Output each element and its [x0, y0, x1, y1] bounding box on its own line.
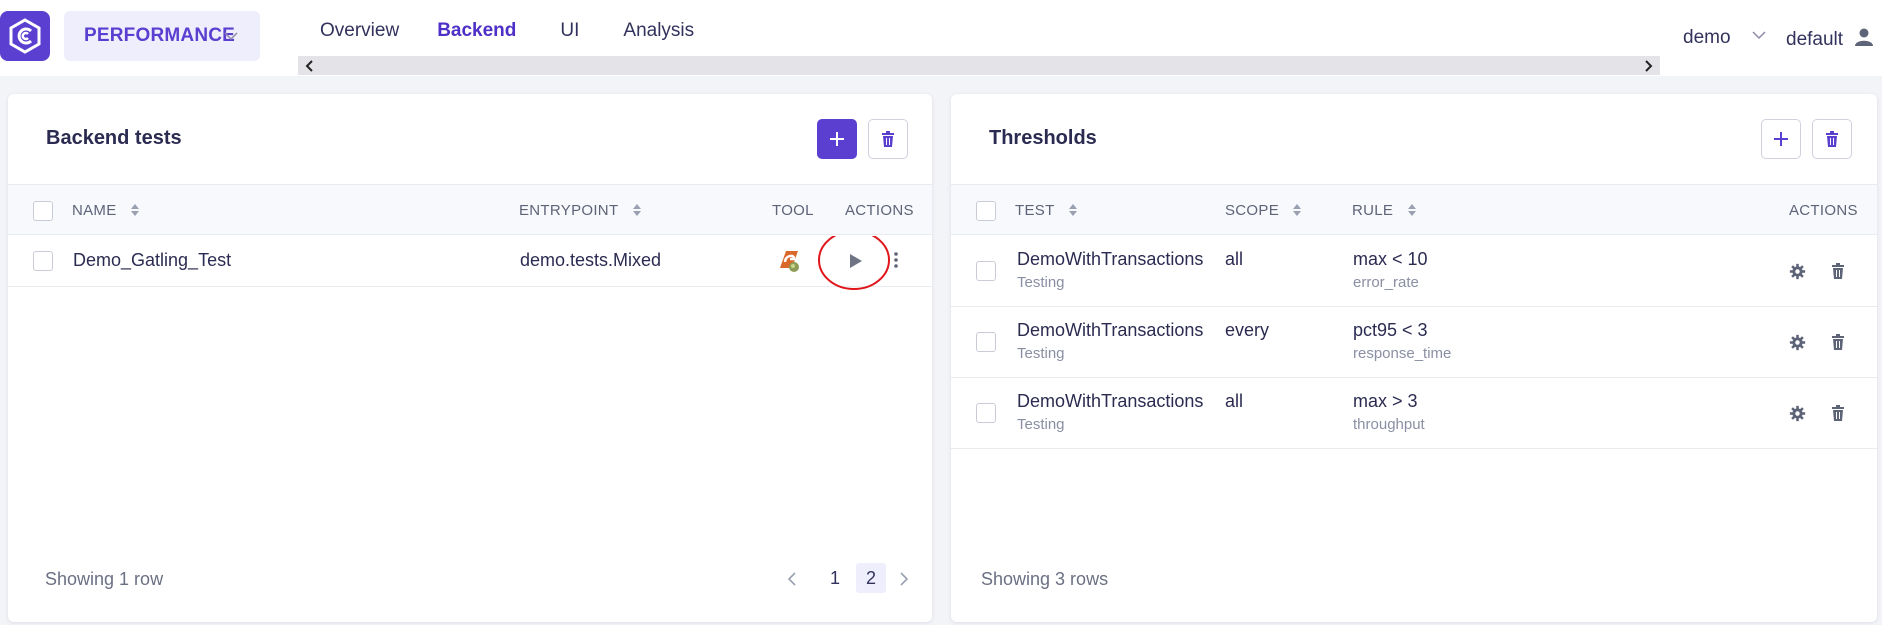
row-checkbox[interactable]: [976, 261, 996, 281]
page-1[interactable]: 1: [820, 563, 850, 593]
column-header-name[interactable]: NAME: [72, 202, 140, 219]
column-header-test[interactable]: TEST: [1015, 202, 1077, 219]
top-bar: PERFORMANCE Overview Backend UI Analysis…: [0, 0, 1882, 76]
table-header: TEST SCOPE RULE ACTIONS: [951, 184, 1877, 235]
more-actions-button[interactable]: [892, 250, 900, 272]
pagination: 1 2: [782, 563, 932, 593]
column-label: ENTRYPOINT: [519, 202, 619, 219]
gear-icon[interactable]: [1789, 263, 1806, 280]
row-count: Showing 3 rows: [981, 569, 1109, 589]
kebab-menu-icon: [894, 252, 898, 268]
tabs-scrollbar[interactable]: [298, 56, 1660, 75]
nav-tabs: Overview Backend UI Analysis: [320, 20, 694, 50]
column-header-rule[interactable]: RULE: [1352, 202, 1416, 219]
highlight-circle: [818, 236, 890, 290]
app-logo[interactable]: [0, 11, 50, 61]
select-all-checkbox[interactable]: [976, 201, 996, 221]
backend-tests-card: Backend tests NAME ENTRYPOINT TOOL ACTIO…: [8, 94, 932, 622]
card-title: Thresholds: [989, 127, 1097, 149]
gear-icon[interactable]: [1789, 334, 1806, 351]
sort-icon: [1068, 204, 1077, 216]
trash-icon: [1826, 131, 1838, 147]
user-icon: [1855, 28, 1874, 46]
test-name[interactable]: Demo_Gatling_Test: [73, 250, 231, 271]
threshold-target: response_time: [1353, 345, 1452, 362]
column-header-scope[interactable]: SCOPE: [1225, 202, 1302, 219]
column-header-tool: TOOL: [772, 202, 814, 219]
column-header-entrypoint[interactable]: ENTRYPOINT: [519, 202, 641, 219]
threshold-rule: max > 3: [1353, 391, 1418, 411]
threshold-rule: pct95 < 3: [1353, 320, 1428, 340]
gear-icon[interactable]: [1789, 405, 1806, 422]
row-count: Showing 1 row: [45, 569, 164, 589]
add-test-button[interactable]: [817, 119, 857, 159]
threshold-scope: all: [1225, 249, 1244, 269]
next-page-icon[interactable]: [898, 571, 910, 587]
scroll-right-icon[interactable]: [1642, 60, 1654, 72]
threshold-scope: every: [1225, 320, 1270, 340]
card-title: Backend tests: [46, 127, 182, 149]
threshold-env: Testing: [1017, 274, 1065, 291]
column-label: SCOPE: [1225, 202, 1280, 219]
trash-icon[interactable]: [1831, 334, 1845, 350]
row-checkbox[interactable]: [33, 251, 53, 271]
table-row[interactable]: DemoWithTransactions Testing all max < 1…: [951, 236, 1877, 307]
sort-icon: [1407, 204, 1416, 216]
project-label: demo: [1683, 27, 1731, 48]
threshold-target: throughput: [1353, 416, 1425, 433]
thresholds-card: Thresholds TEST SCOPE RULE ACTIONS DemoW…: [951, 94, 1877, 622]
threshold-target: error_rate: [1353, 274, 1419, 291]
module-selector[interactable]: PERFORMANCE: [64, 11, 260, 61]
scroll-left-icon[interactable]: [304, 60, 316, 72]
project-selector[interactable]: demo: [1683, 27, 1768, 49]
threshold-env: Testing: [1017, 416, 1065, 433]
threshold-test: DemoWithTransactions: [1017, 320, 1204, 340]
table-header: NAME ENTRYPOINT TOOL ACTIONS: [8, 184, 932, 235]
test-entrypoint: demo.tests.Mixed: [520, 250, 662, 270]
row-checkbox[interactable]: [976, 332, 996, 352]
column-header-actions: ACTIONS: [845, 202, 914, 219]
prev-page-icon[interactable]: [786, 571, 798, 587]
threshold-test: DemoWithTransactions: [1017, 391, 1204, 411]
tab-overview[interactable]: Overview: [320, 20, 399, 50]
sort-icon: [1293, 204, 1302, 216]
column-label: TEST: [1015, 202, 1055, 219]
table-row[interactable]: Demo_Gatling_Test demo.tests.Mixed: [8, 236, 932, 290]
gatling-icon: [780, 251, 799, 272]
tab-ui[interactable]: UI: [560, 20, 579, 50]
threshold-rule: max < 10: [1353, 249, 1428, 269]
tab-analysis[interactable]: Analysis: [623, 20, 694, 50]
user-menu[interactable]: default: [1786, 27, 1874, 51]
add-threshold-button[interactable]: [1761, 119, 1801, 159]
user-label: default: [1786, 29, 1844, 50]
threshold-scope: all: [1225, 391, 1244, 411]
sort-icon: [632, 204, 641, 216]
delete-thresholds-button[interactable]: [1812, 119, 1852, 159]
logo-icon: [9, 18, 41, 54]
page-2[interactable]: 2: [856, 563, 886, 593]
table-row[interactable]: DemoWithTransactions Testing every pct95…: [951, 307, 1877, 378]
trash-icon[interactable]: [1831, 405, 1845, 421]
chevron-down-icon: [224, 32, 238, 41]
chevron-down-icon: [1752, 31, 1766, 40]
threshold-test: DemoWithTransactions: [1017, 249, 1204, 269]
tab-backend[interactable]: Backend: [437, 20, 516, 50]
sort-icon: [131, 204, 140, 216]
plus-icon: [830, 132, 844, 146]
plus-icon: [1774, 132, 1788, 146]
trash-icon: [882, 131, 894, 147]
row-checkbox[interactable]: [976, 403, 996, 423]
module-label: PERFORMANCE: [84, 25, 236, 46]
select-all-checkbox[interactable]: [33, 201, 53, 221]
column-header-actions: ACTIONS: [1789, 202, 1858, 219]
delete-tests-button[interactable]: [868, 119, 908, 159]
column-label: RULE: [1352, 202, 1394, 219]
table-row[interactable]: DemoWithTransactions Testing all max > 3…: [951, 378, 1877, 449]
threshold-env: Testing: [1017, 345, 1065, 362]
column-label: NAME: [72, 202, 117, 219]
trash-icon[interactable]: [1831, 263, 1845, 279]
